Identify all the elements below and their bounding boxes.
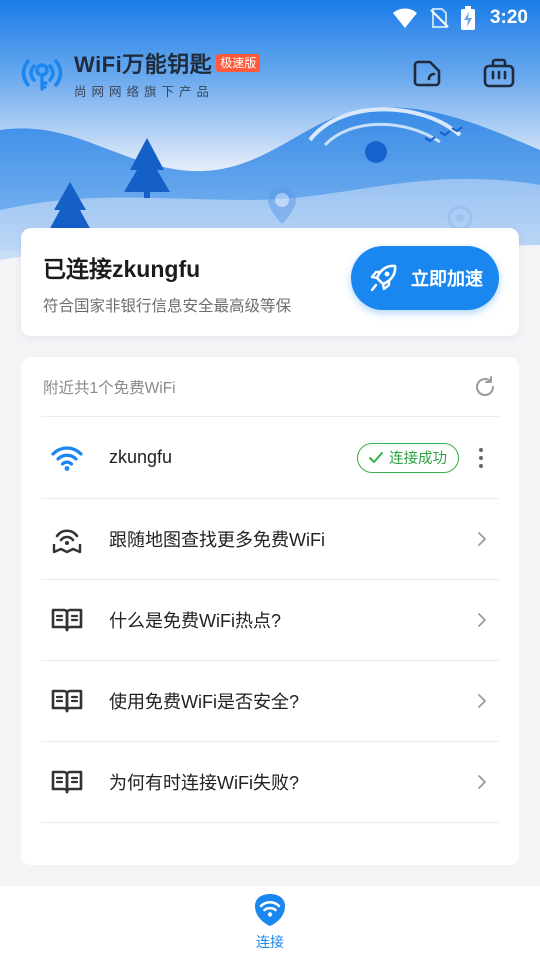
- wifi-icon: [49, 440, 85, 476]
- book-icon: [49, 683, 85, 719]
- card-scan-icon: [413, 60, 441, 87]
- bottom-navigation: 连接: [0, 886, 540, 960]
- status-bar: 3:20: [0, 0, 540, 36]
- speed-up-button[interactable]: 立即加速: [351, 246, 499, 310]
- list-item-label: 使用免费WiFi是否安全?: [109, 692, 299, 712]
- connected-status-label: 连接成功: [389, 451, 447, 467]
- scan-card-button[interactable]: [410, 56, 444, 90]
- nav-connect-label: 连接: [256, 934, 284, 950]
- chevron-right-icon: [478, 775, 486, 789]
- wifi-signal-icon: [392, 8, 417, 28]
- no-sim-icon: [430, 8, 449, 28]
- brand-subtitle: 尚网网络旗下产品: [74, 84, 215, 99]
- book-icon: [49, 602, 85, 638]
- refresh-icon[interactable]: [473, 375, 497, 399]
- toolbox-icon: [483, 58, 515, 88]
- list-item-label: 跟随地图查找更多免费WiFi: [109, 530, 325, 550]
- chevron-right-icon: [478, 532, 486, 546]
- speed-edition-badge: 极速版: [216, 53, 261, 72]
- network-ssid: zkungfu: [109, 447, 173, 467]
- nav-connect-tab[interactable]: 连接: [252, 892, 288, 960]
- list-item-label: 什么是免费WiFi热点?: [109, 611, 281, 631]
- network-row[interactable]: zkungfu 连接成功: [41, 417, 499, 499]
- nearby-header: 附近共1个免费WiFi: [41, 357, 499, 417]
- list-item-faq-safety[interactable]: 使用免费WiFi是否安全?: [41, 661, 499, 742]
- speed-up-label: 立即加速: [411, 269, 483, 289]
- list-item-faq-hotspot[interactable]: 什么是免费WiFi热点?: [41, 580, 499, 661]
- more-options-button[interactable]: [471, 443, 491, 473]
- status-time: 3:20: [489, 7, 528, 28]
- brand-name: WiFi万能钥匙: [74, 51, 213, 77]
- battery-charging-icon: [460, 6, 475, 30]
- map-wifi-icon: [49, 521, 85, 557]
- wifi-shield-icon: [255, 894, 285, 926]
- app-header: WiFi万能钥匙 极速版 尚网网络旗下产品: [20, 47, 516, 100]
- connected-status-badge: 连接成功: [357, 442, 459, 473]
- book-icon: [49, 764, 85, 800]
- list-item-label: 为何有时连接WiFi失败?: [109, 773, 299, 793]
- list-item-map[interactable]: 跟随地图查找更多免费WiFi: [41, 499, 499, 580]
- chevron-right-icon: [478, 613, 486, 627]
- nearby-wifi-card: 附近共1个免费WiFi zkungfu 连接成功 跟随地图查找更多免费WiFi …: [21, 357, 519, 865]
- chevron-right-icon: [478, 694, 486, 708]
- connection-card: 已连接zkungfu 符合国家非银行信息安全最高级等保 立即加速: [21, 228, 519, 336]
- check-icon: [369, 451, 383, 463]
- wifi-key-logo-icon: [21, 59, 63, 91]
- brand: WiFi万能钥匙 极速版 尚网网络旗下产品: [74, 47, 261, 100]
- toolbox-button[interactable]: [482, 56, 516, 90]
- list-item-faq-failure[interactable]: 为何有时连接WiFi失败?: [41, 742, 499, 823]
- nearby-count-text: 附近共1个免费WiFi: [43, 379, 176, 397]
- rocket-icon: [370, 264, 397, 292]
